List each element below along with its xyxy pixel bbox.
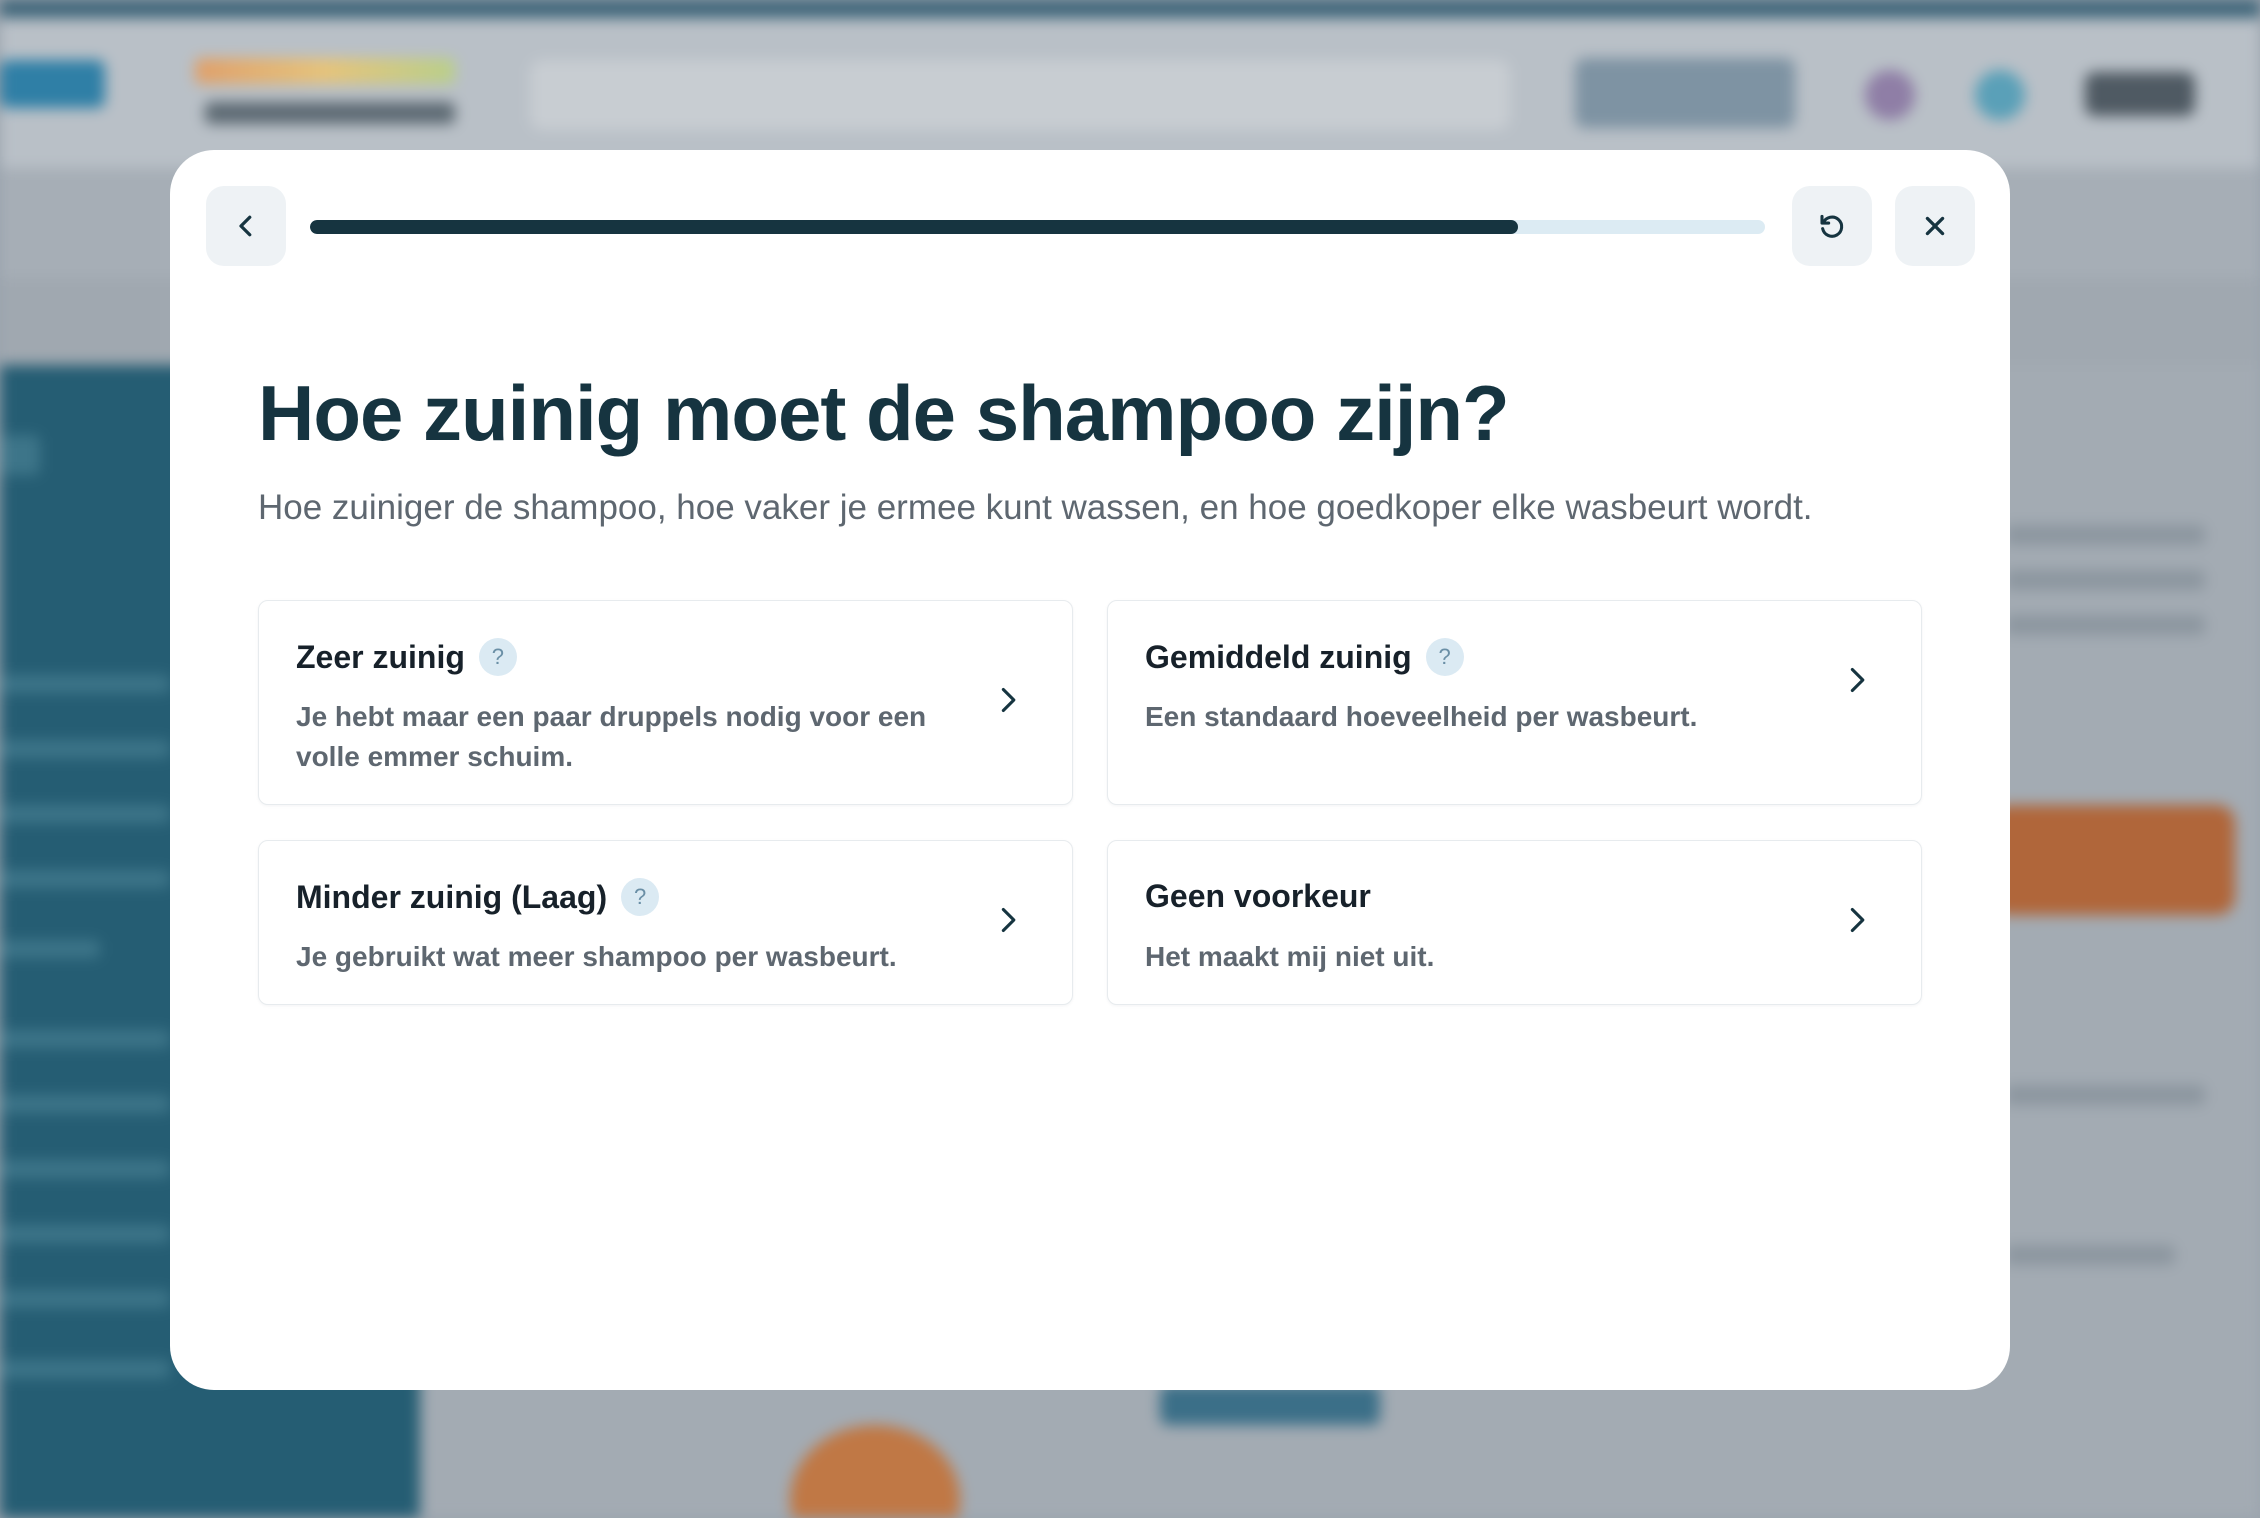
bg-header-icon <box>1975 70 2025 120</box>
bg-sidebar-line <box>0 740 170 758</box>
help-icon[interactable]: ? <box>1425 638 1464 676</box>
bg-right-line <box>2005 1245 2175 1265</box>
close-button[interactable] <box>1895 186 1975 266</box>
bg-header-button <box>2085 72 2195 116</box>
bg-right-line <box>2005 615 2205 635</box>
progress-bar <box>310 220 1765 234</box>
bg-brand-text <box>205 102 455 124</box>
bg-header-info <box>1575 58 1795 128</box>
option-header: Zeer zuinig ? <box>296 638 517 676</box>
bg-top-bar <box>0 0 2260 18</box>
bg-brand-rating <box>195 58 455 84</box>
bg-sidebar-line <box>0 675 170 693</box>
bg-sidebar-line <box>0 805 170 823</box>
bg-search-bar <box>530 60 1510 130</box>
option-header: Geen voorkeur <box>1145 878 1371 915</box>
bg-right-line <box>2005 1085 2205 1105</box>
option-geen-voorkeur[interactable]: Geen voorkeur Het maakt mij niet uit. <box>1107 840 1922 1005</box>
restart-icon <box>1820 214 1844 238</box>
bg-sidebar-line <box>0 870 170 888</box>
chevron-right-icon <box>1850 667 1865 693</box>
option-description: Je hebt maar een paar druppels nodig voo… <box>296 701 927 772</box>
option-zeer-zuinig[interactable]: Zeer zuinig ? Je hebt maar een paar drup… <box>258 600 1073 805</box>
chevron-right-icon <box>1001 687 1016 713</box>
bg-sidebar-line <box>0 1030 170 1048</box>
option-gemiddeld-zuinig[interactable]: Gemiddeld zuinig ? Een standaard hoeveel… <box>1107 600 1922 805</box>
bg-sidebar-line <box>0 1095 170 1113</box>
option-title: Zeer zuinig <box>296 638 465 675</box>
option-minder-zuinig[interactable]: Minder zuinig (Laag) ? Je gebruikt wat m… <box>258 840 1073 1005</box>
questionnaire-modal: Hoe zuinig moet de shampoo zijn? Hoe zui… <box>170 150 2010 1390</box>
bg-logo <box>0 60 105 108</box>
question-title: Hoe zuinig moet de shampoo zijn? <box>258 369 1510 457</box>
bg-header-icon <box>1865 70 1915 120</box>
restart-button[interactable] <box>1792 186 1872 266</box>
bg-sidebar-line <box>0 1290 170 1308</box>
option-title: Gemiddeld zuinig <box>1145 638 1412 675</box>
option-title: Geen voorkeur <box>1145 878 1371 914</box>
question-subtitle: Hoe zuiniger de shampoo, hoe vaker je er… <box>258 488 1813 527</box>
help-icon[interactable]: ? <box>621 878 660 916</box>
bg-sidebar-line <box>0 1225 170 1243</box>
bg-bottom-button <box>1160 1385 1380 1425</box>
option-title: Minder zuinig (Laag) <box>296 878 608 915</box>
progress-fill <box>310 220 1518 234</box>
bg-sidebar-line <box>0 435 40 475</box>
option-header: Minder zuinig (Laag) ? <box>296 878 660 916</box>
bg-right-line <box>2005 525 2205 545</box>
bg-orange-button <box>1990 805 2235 915</box>
chevron-right-icon <box>1850 907 1865 933</box>
back-button[interactable] <box>206 186 286 266</box>
bg-sidebar-line <box>0 940 100 958</box>
close-icon <box>1925 216 1945 236</box>
chevron-right-icon <box>1001 907 1016 933</box>
bg-sidebar-line <box>0 1360 170 1378</box>
chevron-left-icon <box>239 215 252 237</box>
bg-right-line <box>2005 570 2205 590</box>
option-description: Je gebruikt wat meer shampoo per wasbeur… <box>296 941 897 972</box>
option-description: Het maakt mij niet uit. <box>1145 941 1435 972</box>
bg-sidebar-line <box>0 1160 170 1178</box>
option-description: Een standaard hoeveelheid per wasbeurt. <box>1145 701 1698 732</box>
option-header: Gemiddeld zuinig ? <box>1145 638 1464 676</box>
help-icon[interactable]: ? <box>478 638 517 676</box>
